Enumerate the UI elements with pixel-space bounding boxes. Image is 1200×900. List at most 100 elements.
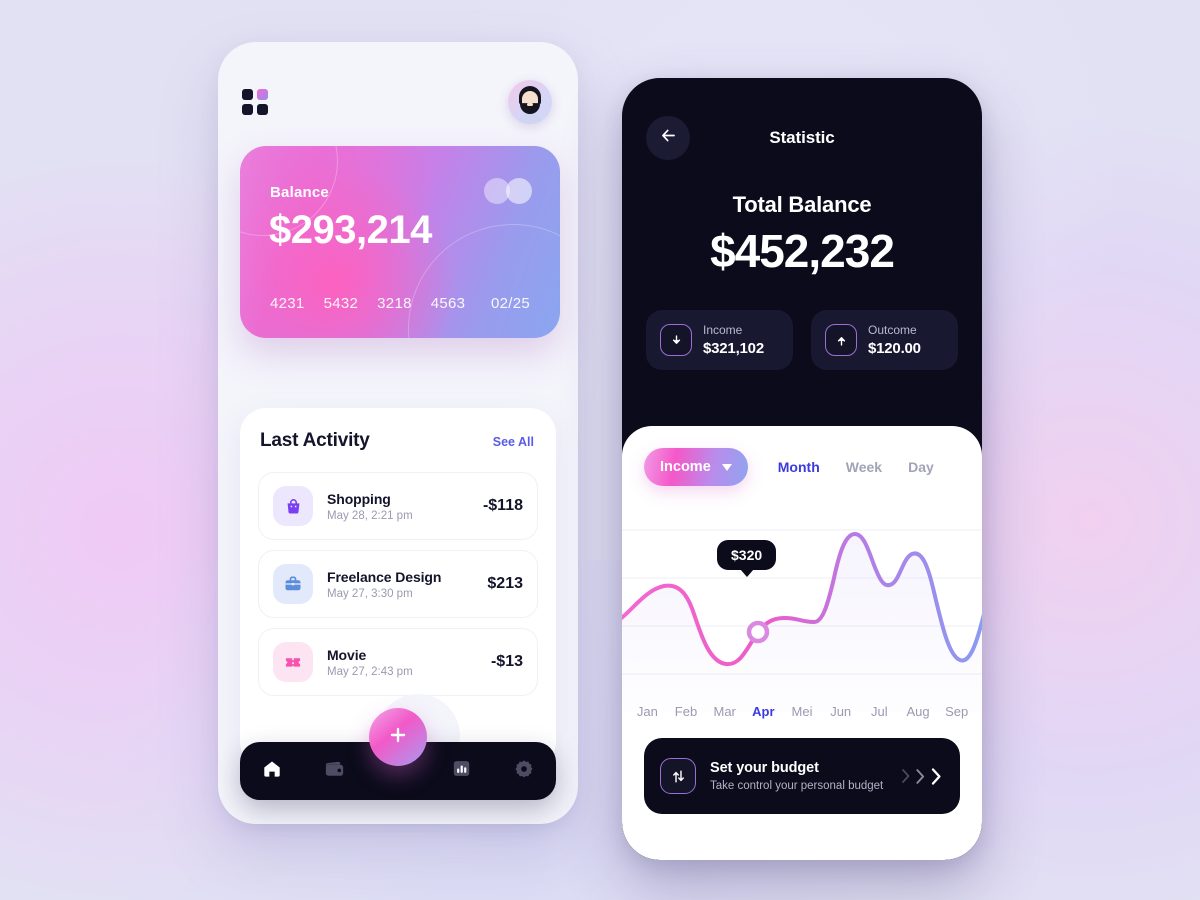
tab-day[interactable]: Day [908, 459, 934, 475]
budget-arrows-icon [660, 758, 696, 794]
list-item[interactable]: Movie May 27, 2:43 pm -$13 [258, 628, 538, 696]
list-item[interactable]: Freelance Design May 27, 3:30 pm $213 [258, 550, 538, 618]
arrow-down-icon [660, 324, 692, 356]
month-label-apr: Apr [752, 704, 775, 719]
activity-list: Shopping May 28, 2:21 pm -$118 Freelance… [240, 452, 556, 696]
settings-gear-icon [513, 758, 535, 785]
chart-icon [451, 758, 472, 784]
chart-area-fill [622, 534, 982, 712]
movie-ticket-icon [273, 642, 313, 682]
grid-square-2 [257, 89, 268, 100]
avatar[interactable] [508, 80, 552, 124]
avatar-mouth [527, 103, 533, 106]
budget-title: Set your budget [710, 760, 819, 776]
activity-time: May 27, 3:30 pm [327, 587, 413, 600]
budget-text: Set your budget Take control your person… [710, 760, 886, 792]
card-number-group: 3218 [377, 295, 412, 312]
card-number-group: 4563 [430, 295, 466, 312]
range-tabs: Month Week Day [778, 459, 934, 475]
activity-amount: $213 [487, 575, 523, 592]
tab-wallet[interactable] [303, 757, 366, 785]
activity-time: May 28, 2:21 pm [327, 509, 413, 522]
activity-time: May 27, 2:43 pm [327, 665, 413, 678]
activity-name: Shopping [327, 490, 391, 507]
month-label-jan: Jan [636, 704, 658, 719]
tab-statistics[interactable] [430, 758, 493, 784]
budget-chevrons[interactable] [900, 766, 944, 787]
card-number: 4231 5432 3218 4563 [270, 295, 465, 312]
arrow-up-icon [825, 324, 857, 356]
activity-text: Freelance Design May 27, 3:30 pm [327, 569, 473, 600]
add-icon [387, 724, 409, 751]
wallet-icon [323, 757, 346, 785]
total-balance-amount: $452,232 [710, 225, 895, 277]
chevron-right-icon [931, 767, 941, 785]
budget-subtitle: Take control your personal budget [710, 780, 884, 792]
outcome-value: $120.00 [868, 340, 921, 357]
month-label-jun: Jun [830, 704, 852, 719]
income-label: Income [703, 323, 743, 337]
card-expiry: 02/25 [490, 295, 530, 312]
income-card[interactable]: Income $321,102 [646, 310, 793, 370]
tab-home[interactable] [240, 758, 303, 785]
card-balance-amount: $293,214 [269, 208, 432, 252]
income-value: $321,102 [703, 340, 764, 357]
month-label-sep: Sep [945, 704, 969, 719]
activity-name: Movie [327, 646, 367, 663]
chevron-right-icon-mid [916, 768, 925, 784]
home-header [218, 42, 578, 124]
chart-tooltip: $320 [717, 540, 777, 570]
see-all-link[interactable]: See All [493, 435, 534, 449]
activity-header: Last Activity See All [240, 408, 556, 452]
grid-square-4 [257, 104, 268, 115]
outcome-label: Outcome [868, 323, 917, 337]
home-icon [261, 758, 283, 785]
chevron-right-icon-faint [902, 769, 910, 783]
phone-home-screen: Balance $293,214 4231 5432 3218 4563 02/… [218, 42, 578, 824]
summary-row: Income $321,102 Outcome $120.00 [646, 310, 958, 370]
page-title: Statistic [769, 128, 835, 147]
month-label-mei: Mei [791, 704, 813, 719]
briefcase-icon [273, 564, 313, 604]
month-label-jul: Jul [871, 704, 888, 719]
activity-amount: -$118 [482, 497, 523, 514]
grid-square-3 [242, 104, 253, 115]
card-balance-label: Balance [270, 184, 329, 201]
category-label: Income [660, 459, 711, 475]
shopping-bag-icon [273, 486, 313, 526]
tab-settings[interactable] [493, 758, 556, 785]
chart-sheet: Income Month Week Day $320 Jan Feb Mar A… [622, 426, 982, 860]
card-number-group: 4231 [270, 295, 305, 312]
activity-text: Shopping May 28, 2:21 pm [327, 491, 469, 522]
grid-square-1 [242, 89, 253, 100]
tab-week[interactable]: Week [846, 459, 882, 475]
chart-filters: Income Month Week Day [622, 426, 982, 486]
list-item[interactable]: Shopping May 28, 2:21 pm -$118 [258, 472, 538, 540]
mastercard-icon [484, 178, 532, 204]
activity-title: Last Activity [260, 430, 370, 451]
month-label-mar: Mar [713, 704, 736, 719]
category-dropdown[interactable]: Income [644, 448, 748, 486]
outcome-text: Outcome $120.00 [868, 323, 921, 357]
income-chart[interactable]: $320 [622, 522, 982, 712]
statistic-header: Statistic Total Balance $452,232 Income … [622, 78, 982, 370]
chart-x-axis-labels: Jan Feb Mar Apr Mei Jun Jul Aug Sep [622, 704, 982, 719]
chevron-down-icon [721, 463, 732, 471]
activity-amount: -$13 [490, 653, 523, 670]
total-balance-label: Total Balance [732, 192, 872, 217]
grid-menu-icon[interactable] [242, 89, 268, 115]
card-number-group: 5432 [323, 295, 359, 312]
month-label-aug: Aug [906, 704, 930, 719]
phone-statistic-screen: Statistic Total Balance $452,232 Income … [622, 78, 982, 860]
outcome-card[interactable]: Outcome $120.00 [811, 310, 958, 370]
activity-text: Movie May 27, 2:43 pm [327, 647, 477, 678]
avatar-body [517, 113, 543, 124]
activity-name: Freelance Design [327, 568, 442, 585]
income-text: Income $321,102 [703, 323, 764, 357]
month-label-feb: Feb [674, 704, 698, 719]
set-budget-card[interactable]: Set your budget Take control your person… [644, 738, 960, 814]
nav-row: Statistic [646, 116, 958, 160]
tab-month[interactable]: Month [778, 459, 820, 475]
add-transaction-button[interactable] [369, 708, 427, 766]
balance-card[interactable]: Balance $293,214 4231 5432 3218 4563 02/… [240, 146, 560, 338]
